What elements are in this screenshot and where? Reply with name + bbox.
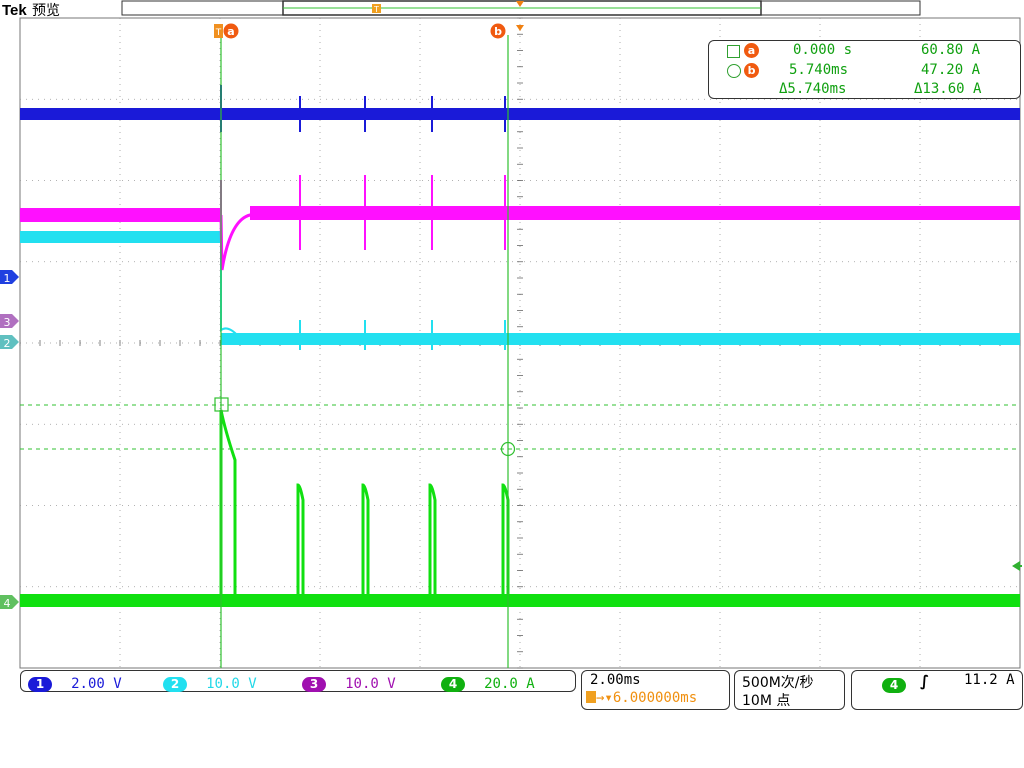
ch2-scale-value: 10.0 V (206, 676, 257, 692)
ch2-trace-pre (20, 231, 221, 243)
ch2-trace-post (221, 333, 1020, 345)
delay-value: 6.000000ms (612, 690, 698, 706)
ch1-scale-value: 2.00 V (71, 676, 122, 692)
trigger-level: 11.2 A (964, 672, 1015, 688)
ch3-scale-value: 10.0 V (345, 676, 396, 692)
svg-text:3: 3 (4, 316, 11, 329)
cursor-delta-value: Δ13.60 A (914, 81, 982, 97)
cursor-b-time: 5.740ms (789, 62, 849, 78)
ch4-pulse (361, 483, 370, 600)
record-length: 10M 点 (742, 693, 791, 709)
ch4-trace (20, 594, 1020, 607)
timebase-panel[interactable]: 2.00ms →▾6.000000ms (581, 670, 730, 710)
cursor-a-tag[interactable]: T a (214, 23, 239, 39)
ch2-ground-marker[interactable]: 2 (0, 335, 19, 350)
trigger-panel[interactable]: 4 ∫ 11.2 A (851, 670, 1023, 710)
ch4-pulse (428, 483, 437, 600)
sample-rate: 500M次/秒 (742, 675, 814, 691)
cursor-b-circle-icon (727, 64, 741, 78)
svg-text:a: a (227, 25, 234, 38)
cursor-readout-panel: a 0.000 s 60.80 A b 5.740ms 47.20 A Δ5.7… (708, 40, 1021, 99)
ch4-pulse (501, 483, 510, 600)
overview-trigger-marker: T (372, 4, 381, 14)
ch1-badge: 1 (28, 677, 52, 692)
ch4-pulse (296, 483, 305, 600)
ch4-pulse-main (219, 409, 237, 600)
cursor-b-tag[interactable]: b (490, 23, 525, 39)
ch3-trace-pre (20, 208, 221, 222)
ch4-ground-marker[interactable]: 4 (0, 595, 19, 610)
ch2-badge: 2 (163, 677, 187, 692)
ch1-scale[interactable]: 1 2.00 V (28, 673, 122, 692)
cursor-a-label: a (744, 43, 759, 58)
channel-scale-bar[interactable]: 1 2.00 V 2 10.0 V 3 10.0 V 4 20.0 A (20, 670, 576, 692)
svg-text:4: 4 (4, 597, 11, 610)
svg-text:2: 2 (4, 337, 11, 350)
ch4-badge: 4 (441, 677, 465, 692)
trigger-source-badge: 4 (882, 678, 906, 693)
ch4-scale-value: 20.0 A (484, 676, 535, 692)
trigger-t-icon (586, 691, 596, 703)
cursor-b-value: 47.20 A (921, 62, 981, 78)
svg-text:1: 1 (4, 272, 11, 285)
ch1-trace (20, 108, 1020, 120)
svg-text:b: b (494, 25, 502, 38)
cursor-a-time: 0.000 s (793, 42, 853, 58)
trigger-source: 4 (882, 674, 906, 693)
cursor-a-value: 60.80 A (921, 42, 981, 58)
svg-text:T: T (215, 28, 222, 38)
ch3-scale[interactable]: 3 10.0 V (302, 673, 396, 692)
cursor-delta-time: Δ5.740ms (779, 81, 847, 97)
brand-label: Tek (2, 2, 27, 19)
cursor-a-square-icon (727, 45, 740, 58)
ch4-scale[interactable]: 4 20.0 A (441, 673, 535, 692)
oscilloscope-screen: Tek 预览 T T a b 1 3 2 4 (0, 0, 1022, 669)
acquisition-panel[interactable]: 500M次/秒 10M 点 (734, 670, 845, 710)
ch2-scale[interactable]: 2 10.0 V (163, 673, 257, 692)
ch3-badge: 3 (302, 677, 326, 692)
svg-text:T: T (373, 5, 379, 14)
timebase-scale: 2.00ms (590, 672, 641, 688)
ch3-ground-marker[interactable]: 3 (0, 314, 19, 329)
cursor-b-label: b (744, 63, 759, 78)
rising-edge-icon: ∫ (920, 672, 930, 690)
mode-label: 预览 (32, 3, 60, 19)
ch1-ground-marker[interactable]: 1 (0, 270, 19, 285)
timebase-delay: →▾6.000000ms (586, 690, 697, 706)
